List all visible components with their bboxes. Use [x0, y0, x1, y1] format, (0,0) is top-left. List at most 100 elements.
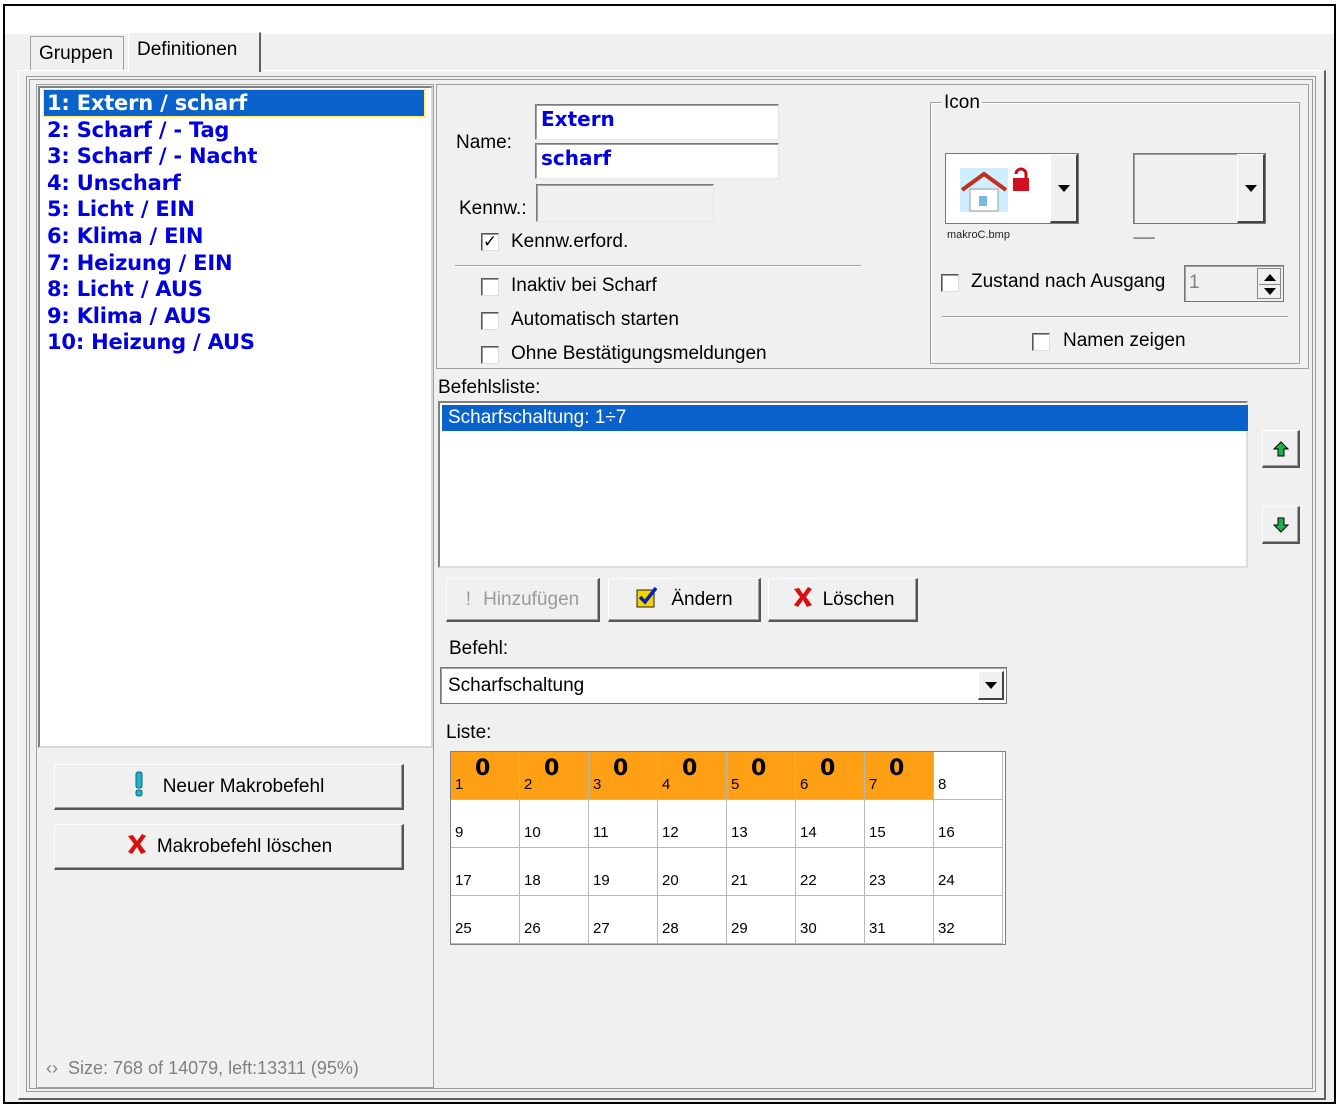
grid-cell[interactable]: 17 [451, 848, 520, 896]
spinner-arrows-icon[interactable] [1257, 268, 1281, 299]
chevron-down-icon[interactable] [978, 671, 1004, 700]
grid-cell[interactable]: 70 [865, 752, 934, 800]
grid-cell[interactable]: 20 [520, 752, 589, 800]
refresh-icon: ‹› [46, 1058, 58, 1078]
grid-cell-number: 26 [524, 920, 541, 937]
grid-cell[interactable]: 15 [865, 800, 934, 848]
grid-cell-value: 0 [889, 756, 905, 781]
macro-list-item[interactable]: 5: Licht / EIN [44, 196, 198, 222]
macro-list-item[interactable]: 9: Klima / AUS [44, 303, 214, 329]
grid-cell[interactable]: 30 [589, 752, 658, 800]
inactive-checkbox[interactable] [481, 278, 499, 296]
grid-cell[interactable]: 27 [589, 896, 658, 944]
inactive-label: Inaktiv bei Scharf [511, 275, 657, 296]
autostart-checkbox[interactable] [481, 312, 499, 330]
password-field[interactable] [536, 184, 714, 222]
tab-definitionen[interactable]: Definitionen [128, 32, 261, 72]
state-checkbox[interactable] [941, 274, 959, 292]
grid-cell[interactable]: 10 [520, 800, 589, 848]
grid-cell-value: 0 [820, 756, 836, 781]
grid-cell-number: 17 [455, 872, 472, 889]
grid-cell[interactable]: 21 [727, 848, 796, 896]
macro-list[interactable]: 1: Extern / scharf 2: Scharf / - Tag 3: Sc… [38, 86, 433, 748]
grid-cell[interactable]: 11 [589, 800, 658, 848]
grid-cell[interactable]: 10 [451, 752, 520, 800]
arrow-down-icon [1272, 517, 1289, 533]
command-list-item[interactable]: Scharfschaltung: 1÷7 [442, 405, 1248, 431]
new-macro-label: Neuer Makrobefehl [162, 775, 325, 797]
name-field-line2[interactable]: scharf [535, 143, 779, 179]
macro-list-item[interactable]: 2: Scharf / - Tag [44, 117, 232, 143]
grid-cell[interactable]: 24 [934, 848, 1003, 896]
grid-cell-number: 14 [800, 824, 817, 841]
macro-list-item[interactable]: 7: Heizung / EIN [44, 250, 235, 276]
grid-cell[interactable]: 22 [796, 848, 865, 896]
command-select[interactable]: Scharfschaltung [440, 667, 1007, 704]
grid-cell[interactable]: 23 [865, 848, 934, 896]
state-spinner[interactable]: 1 [1184, 265, 1284, 302]
red-x-icon [125, 832, 149, 862]
new-macro-button[interactable]: Neuer Makrobefehl [54, 764, 404, 810]
password-required-checkbox[interactable]: ✓ [481, 233, 499, 251]
tab-gruppen[interactable]: Gruppen [30, 36, 124, 70]
icon2-filename: -------- [1133, 232, 1155, 244]
grid-cell[interactable]: 40 [658, 752, 727, 800]
icon2-combo[interactable] [1133, 153, 1266, 224]
macro-list-item[interactable]: 6: Klima / EIN [44, 223, 206, 249]
command-label: Befehl: [449, 638, 509, 659]
grid-cell[interactable]: 31 [865, 896, 934, 944]
macro-list-item[interactable]: 8: Licht / AUS [44, 276, 206, 302]
grid-cell[interactable]: 12 [658, 800, 727, 848]
grid-cell[interactable]: 18 [520, 848, 589, 896]
move-down-button[interactable] [1262, 506, 1300, 544]
state-label: Zustand nach Ausgang [971, 271, 1166, 292]
grid-cell[interactable]: 28 [658, 896, 727, 944]
macro-list-item[interactable]: 4: Unscharf [44, 170, 184, 196]
command-select-value: Scharfschaltung [448, 675, 585, 696]
delete-command-button[interactable]: Löschen [768, 578, 918, 622]
noconfirm-checkbox[interactable] [481, 346, 499, 364]
command-list[interactable]: Scharfschaltung: 1÷7 [438, 401, 1248, 568]
status-bar: ‹› Size: 768 of 14079, left:13311 (95%) [46, 1058, 359, 1079]
grid-cell-number: 31 [869, 920, 886, 937]
delete-macro-label: Makrobefehl löschen [156, 835, 333, 857]
macro-list-item[interactable]: 3: Scharf / - Nacht [44, 143, 260, 169]
grid-cell[interactable]: 9 [451, 800, 520, 848]
arrow-up-icon [1272, 440, 1289, 456]
grid-cell-number: 1 [455, 776, 464, 793]
icon1-combo[interactable] [945, 153, 1079, 224]
macro-list-item[interactable]: 10: Heizung / AUS [44, 329, 258, 355]
edit-command-button[interactable]: Ändern [608, 578, 761, 622]
grid-cell[interactable]: 32 [934, 896, 1003, 944]
grid-cell[interactable]: 16 [934, 800, 1003, 848]
icon1-dropdown-button[interactable] [1050, 154, 1078, 223]
grid-cell-number: 24 [938, 872, 955, 889]
grid-cell-number: 20 [662, 872, 679, 889]
selection-grid[interactable]: 1 0 2 0 3 0 4 0 5 0 6 0 7 0 8 9 10 11 12 13 14 15 16 17 18 19 20 21… [450, 751, 1006, 945]
icon2-dropdown-button[interactable] [1237, 154, 1265, 223]
grid-cell[interactable]: 20 [658, 848, 727, 896]
show-names-checkbox[interactable] [1032, 333, 1050, 351]
grid-cell-number: 8 [938, 776, 947, 793]
macro-list-item[interactable]: 1: Extern / scharf [43, 89, 425, 117]
grid-cell[interactable]: 14 [796, 800, 865, 848]
grid-cell-number: 12 [662, 824, 679, 841]
grid-cell[interactable]: 60 [796, 752, 865, 800]
grid-cell[interactable]: 50 [727, 752, 796, 800]
grid-cell-number: 3 [593, 776, 602, 793]
move-up-button[interactable] [1262, 430, 1300, 468]
name-field-line1[interactable]: Extern [535, 104, 779, 140]
house-lock-icon [956, 164, 1036, 216]
grid-cell-number: 6 [800, 776, 809, 793]
grid-cell[interactable]: 19 [589, 848, 658, 896]
grid-cell[interactable]: 25 [451, 896, 520, 944]
add-command-button[interactable]: ! Hinzufügen [446, 578, 600, 622]
grid-cell-number: 5 [731, 776, 740, 793]
grid-cell[interactable]: 8 [934, 752, 1003, 800]
name-label: Name: [456, 132, 512, 153]
delete-macro-button[interactable]: Makrobefehl löschen [54, 824, 404, 870]
grid-cell[interactable]: 29 [727, 896, 796, 944]
grid-cell[interactable]: 13 [727, 800, 796, 848]
grid-cell[interactable]: 26 [520, 896, 589, 944]
grid-cell[interactable]: 30 [796, 896, 865, 944]
